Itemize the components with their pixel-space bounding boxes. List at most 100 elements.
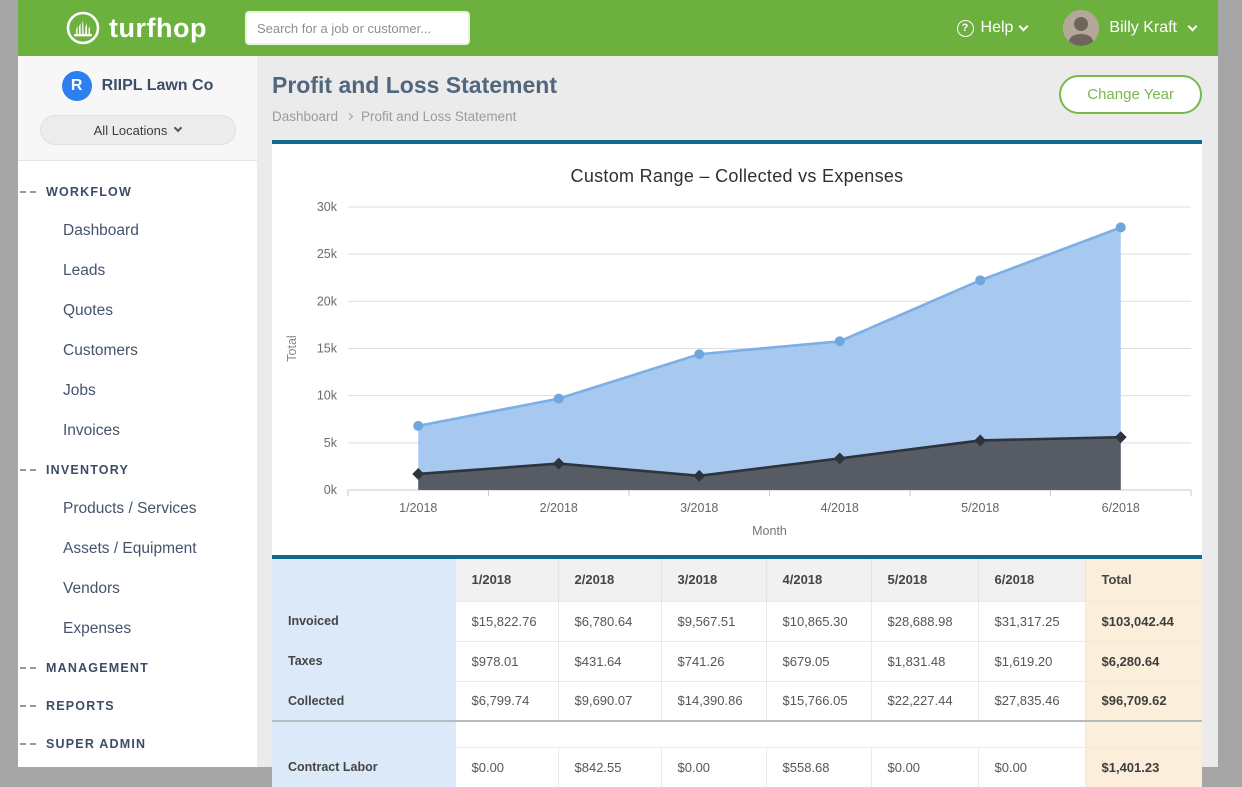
locations-label: All Locations <box>94 123 168 138</box>
cell-value: $842.55 <box>558 747 661 787</box>
cell-value: $1,619.20 <box>978 641 1085 681</box>
breadcrumb-separator-icon <box>346 113 353 120</box>
table-row-taxes: Taxes$978.01$431.64$741.26$679.05$1,831.… <box>272 641 1202 681</box>
cell-value: $10,865.30 <box>766 601 871 641</box>
chevron-down-icon <box>1188 21 1198 31</box>
sidebar-section-inventory[interactable]: INVENTORY <box>18 451 257 489</box>
search-input[interactable] <box>245 11 470 45</box>
svg-text:30k: 30k <box>317 200 338 214</box>
locations-dropdown[interactable]: All Locations <box>40 115 236 145</box>
sidebar-section-workflow[interactable]: WORKFLOW <box>18 173 257 211</box>
sidebar-section-super-admin[interactable]: SUPER ADMIN <box>18 725 257 763</box>
sidebar-item-products-services[interactable]: Products / Services <box>18 489 257 529</box>
page-header: Profit and Loss Statement Dashboard Prof… <box>272 72 1202 140</box>
chart-title: Custom Range – Collected vs Expenses <box>272 166 1202 187</box>
cell-value: $27,835.46 <box>978 681 1085 721</box>
column-header-3-2018: 3/2018 <box>661 559 766 601</box>
company-name: RIIPL Lawn Co <box>102 77 214 95</box>
section-label: REPORTS <box>46 699 115 713</box>
cell-value: $679.05 <box>766 641 871 681</box>
row-label: Taxes <box>272 641 455 681</box>
cell-value: $6,780.64 <box>558 601 661 641</box>
sidebar-item-vendors[interactable]: Vendors <box>18 569 257 609</box>
svg-text:5k: 5k <box>324 436 338 450</box>
company-badge: R <box>62 71 92 101</box>
svg-text:4/2018: 4/2018 <box>821 501 859 515</box>
app-logo[interactable]: turfhop <box>66 11 207 45</box>
breadcrumb: Dashboard Profit and Loss Statement <box>272 109 1202 124</box>
sidebar-item-jobs[interactable]: Jobs <box>18 371 257 411</box>
svg-text:25k: 25k <box>317 247 338 261</box>
pl-table: 1/20182/20183/20184/20185/20186/2018Tota… <box>272 559 1202 787</box>
chevron-down-icon <box>1019 21 1029 31</box>
avatar-photo-icon <box>1063 10 1099 46</box>
svg-text:10k: 10k <box>317 389 338 403</box>
logo-text: turfhop <box>109 13 207 44</box>
sidebar-item-leads[interactable]: Leads <box>18 251 257 291</box>
svg-text:1/2018: 1/2018 <box>399 501 437 515</box>
column-header-2-2018: 2/2018 <box>558 559 661 601</box>
svg-text:Month: Month <box>752 524 787 538</box>
topbar-right: ? Help Billy Kraft <box>957 0 1196 56</box>
cell-value: $15,766.05 <box>766 681 871 721</box>
svg-text:3/2018: 3/2018 <box>680 501 718 515</box>
cell-value: $741.26 <box>661 641 766 681</box>
sidebar-item-expenses[interactable]: Expenses <box>18 609 257 649</box>
app-page: turfhop ? Help Billy Kraft <box>18 0 1218 767</box>
svg-text:Total: Total <box>285 335 299 361</box>
help-menu[interactable]: ? Help <box>957 19 1028 37</box>
user-name: Billy Kraft <box>1109 19 1177 37</box>
cell-value: $558.68 <box>766 747 871 787</box>
sidebar-item-quotes[interactable]: Quotes <box>18 291 257 331</box>
chart-card: Custom Range – Collected vs Expenses 0k 5… <box>272 140 1202 555</box>
cell-value: $31,317.25 <box>978 601 1085 641</box>
column-header-total: Total <box>1085 559 1202 601</box>
cell-value: $0.00 <box>978 747 1085 787</box>
cell-value: $9,567.51 <box>661 601 766 641</box>
row-total-value: $96,709.62 <box>1085 681 1202 721</box>
cell-value: $14,390.86 <box>661 681 766 721</box>
cell-value: $9,690.07 <box>558 681 661 721</box>
sidebar-item-customers[interactable]: Customers <box>18 331 257 371</box>
grass-logo-icon <box>66 11 100 45</box>
row-label: Contract Labor <box>272 747 455 787</box>
column-header-1-2018: 1/2018 <box>455 559 558 601</box>
dashes-icon <box>20 191 36 193</box>
row-total-value: $6,280.64 <box>1085 641 1202 681</box>
group-separator-row <box>272 721 1202 747</box>
cell-value: $0.00 <box>661 747 766 787</box>
dashes-icon <box>20 705 36 707</box>
sidebar-item-assets-equipment[interactable]: Assets / Equipment <box>18 529 257 569</box>
sidebar: R RIIPL Lawn Co All Locations WORKFLOWDa… <box>18 56 257 767</box>
cell-value: $28,688.98 <box>871 601 978 641</box>
help-icon: ? <box>957 20 974 37</box>
change-year-button[interactable]: Change Year <box>1059 75 1202 114</box>
svg-text:0k: 0k <box>324 483 338 497</box>
table-header-row: 1/20182/20183/20184/20185/20186/2018Tota… <box>272 559 1202 601</box>
user-menu[interactable]: Billy Kraft <box>1109 19 1196 37</box>
sidebar-section-management[interactable]: MANAGEMENT <box>18 649 257 687</box>
table-row-collected: Collected$6,799.74$9,690.07$14,390.86$15… <box>272 681 1202 721</box>
cell-value: $0.00 <box>455 747 558 787</box>
dashes-icon <box>20 667 36 669</box>
column-header-6-2018: 6/2018 <box>978 559 1085 601</box>
table-row-invoiced: Invoiced$15,822.76$6,780.64$9,567.51$10,… <box>272 601 1202 641</box>
sidebar-item-dashboard[interactable]: Dashboard <box>18 211 257 251</box>
sidebar-item-invoices[interactable]: Invoices <box>18 411 257 451</box>
row-label: Collected <box>272 681 455 721</box>
row-total-value: $103,042.44 <box>1085 601 1202 641</box>
table-card: 1/20182/20183/20184/20185/20186/2018Tota… <box>272 555 1202 787</box>
sidebar-section-reports[interactable]: REPORTS <box>18 687 257 725</box>
separator-cell <box>455 721 1085 747</box>
dashes-icon <box>20 469 36 471</box>
cell-value: $1,831.48 <box>871 641 978 681</box>
user-avatar[interactable] <box>1063 10 1099 46</box>
sidebar-nav: WORKFLOWDashboardLeadsQuotesCustomersJob… <box>18 161 257 763</box>
cell-value: $431.64 <box>558 641 661 681</box>
section-label: MANAGEMENT <box>46 661 149 675</box>
cell-value: $0.00 <box>871 747 978 787</box>
pl-area-chart: 0k5k10k15k20k25k30k1/20182/20183/20184/2… <box>272 187 1202 547</box>
breadcrumb-dashboard[interactable]: Dashboard <box>272 109 338 124</box>
header-empty-cell <box>272 559 455 601</box>
svg-text:5/2018: 5/2018 <box>961 501 999 515</box>
